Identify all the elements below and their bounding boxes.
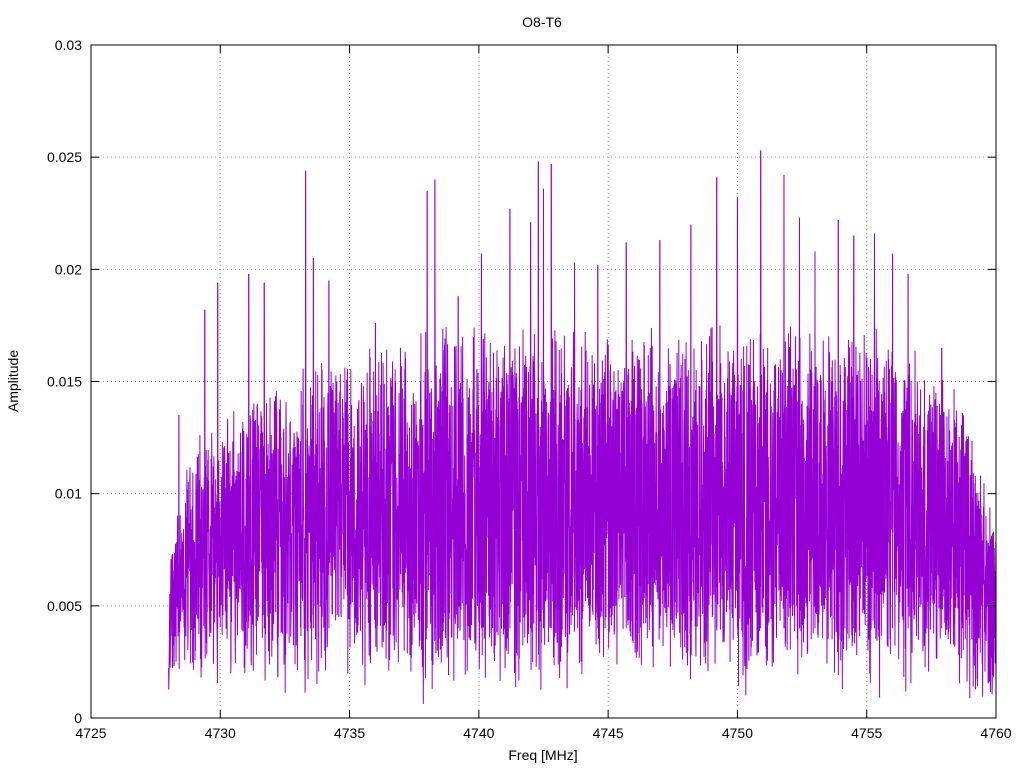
spectrum-series-line xyxy=(168,150,997,705)
series-layer xyxy=(168,150,997,705)
x-tick-label: 4745 xyxy=(593,725,624,741)
x-tick-label: 4750 xyxy=(722,725,753,741)
chart-title: O8-T6 xyxy=(522,14,562,30)
x-tick-label: 4760 xyxy=(980,725,1011,741)
y-tick-label: 0.01 xyxy=(55,486,82,502)
y-tick-label: 0.015 xyxy=(47,374,82,390)
x-tick-label: 4740 xyxy=(463,725,494,741)
chart: O8-T6 4725 4730 4735 4740 4745 4750 4755 4760 0 0… xyxy=(0,0,1024,768)
chart-svg: O8-T6 4725 4730 4735 4740 4745 4750 4755 4760 0 0… xyxy=(5,14,1012,763)
y-tick-label: 0.025 xyxy=(47,149,82,165)
y-tick-label: 0.03 xyxy=(55,37,82,53)
x-tick-label: 4730 xyxy=(205,725,236,741)
x-tick-label: 4755 xyxy=(851,725,882,741)
x-tick-label: 4725 xyxy=(75,725,106,741)
y-tick-label: 0.005 xyxy=(47,598,82,614)
y-axis-label: Amplitude xyxy=(5,350,21,412)
y-tick-label: 0 xyxy=(74,710,82,726)
x-tick-label: 4735 xyxy=(334,725,365,741)
x-axis-label: Freq [MHz] xyxy=(508,747,577,763)
y-tick-label: 0.02 xyxy=(55,261,82,277)
